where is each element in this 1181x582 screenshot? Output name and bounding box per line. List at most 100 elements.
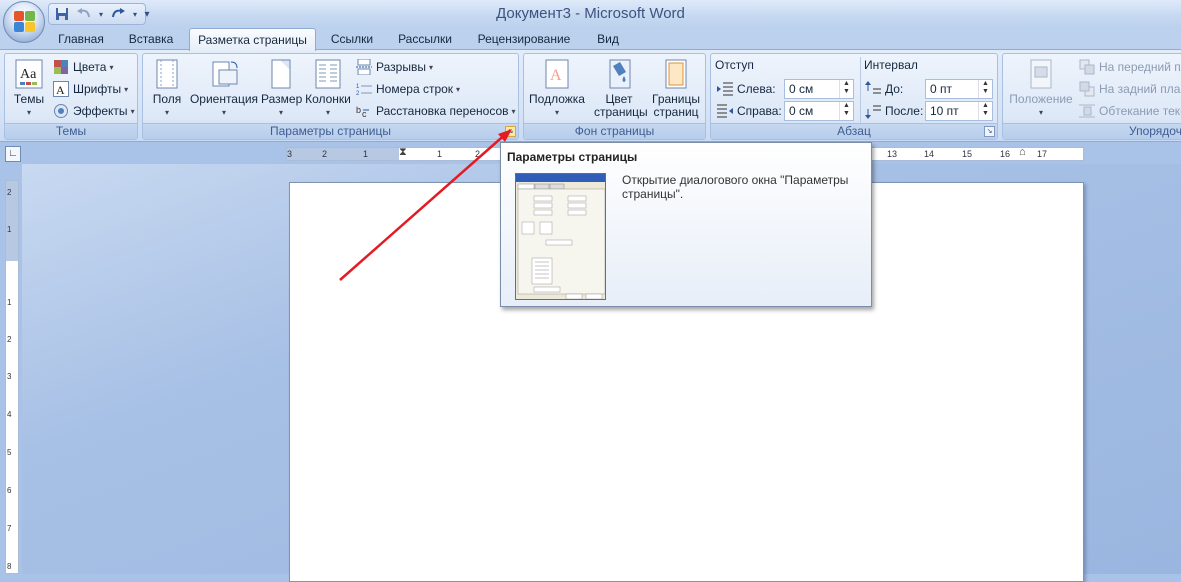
- indent-left-input[interactable]: 0 см ▲ ▼: [784, 79, 854, 99]
- position-button[interactable]: Положение ▾: [1005, 58, 1077, 119]
- group-paragraph: Отступ Слева: 0 см ▲ ▼ Справа: 0 см ▲ ▼ Инте…: [710, 53, 998, 140]
- size-button[interactable]: Размер ▾: [261, 58, 302, 119]
- page-borders-icon: [661, 58, 691, 90]
- page-color-button[interactable]: Цвет страницы ▾: [594, 58, 648, 133]
- after-label-text: После:: [885, 104, 924, 118]
- left-label-text: Слева:: [737, 82, 776, 96]
- theme-effects-button[interactable]: Эффекты ▾: [53, 101, 135, 121]
- ruler-tick: 1: [437, 149, 443, 159]
- columns-icon: [313, 58, 343, 90]
- theme-colors-button[interactable]: Цвета ▾: [53, 57, 113, 77]
- v-ruler-tick: 8: [7, 562, 12, 571]
- tab-page-layout[interactable]: Разметка страницы: [189, 28, 316, 51]
- bring-front-icon: [1079, 59, 1095, 75]
- svg-text:2: 2: [356, 91, 360, 97]
- group-label-paragraph: Абзац: [711, 123, 997, 139]
- tab-home[interactable]: Главная: [48, 28, 114, 50]
- dialog-preview-icon: [516, 174, 605, 299]
- position-label: Положение: [1009, 92, 1073, 106]
- line-numbers-button[interactable]: 12 Номера строк ▾: [356, 79, 460, 99]
- title-bar: ▾ ▾ ▾ Документ3 - Microsoft Word: [0, 0, 1181, 43]
- bring-front-button[interactable]: На передний план: [1079, 57, 1181, 77]
- line-numbers-label: Номера строк: [376, 82, 454, 96]
- v-ruler-tick: 1: [7, 225, 12, 234]
- spacing-after-input[interactable]: 10 пт ▲ ▼: [925, 101, 993, 121]
- indent-marker-icon[interactable]: ⧗: [399, 148, 407, 158]
- columns-button[interactable]: Колонки ▾: [303, 58, 353, 119]
- spacing-title: Интервал: [864, 58, 918, 72]
- ruler-tick: 14: [924, 149, 935, 159]
- spacing-after-icon: [865, 103, 881, 119]
- indent-right-input[interactable]: 0 см ▲ ▼: [784, 101, 854, 121]
- svg-text:A: A: [56, 83, 65, 97]
- hyphenation-icon: bc: [356, 103, 372, 119]
- page-setup-tooltip: Параметры страницы Открытие диалогового …: [500, 142, 872, 307]
- right-label-text: Справа:: [737, 104, 782, 118]
- ruler-tick: 3: [287, 149, 293, 159]
- ribbon: Aa Темы ▾ Цвета ▾ A Шрифты ▾ Эффекты ▾ Темы…: [0, 49, 1181, 142]
- breaks-button[interactable]: Разрывы ▾: [356, 57, 433, 77]
- chevron-down-icon: ▾: [325, 108, 330, 117]
- text-wrap-button[interactable]: Обтекание текстом: [1079, 101, 1181, 121]
- columns-label: Колонки: [305, 92, 351, 106]
- group-arrange: Положение ▾ На передний план На задний п…: [1002, 53, 1181, 140]
- themes-icon: Aa: [14, 58, 44, 90]
- paragraph-dialog-launcher-icon[interactable]: ↘: [984, 126, 995, 137]
- indent-left-label: Слева:: [717, 79, 776, 99]
- tab-insert[interactable]: Вставка: [118, 28, 184, 50]
- spinner-icon[interactable]: ▲ ▼: [978, 80, 992, 98]
- v-ruler-tick: 1: [7, 298, 12, 307]
- chevron-down-icon: ▾: [456, 84, 461, 94]
- send-back-button[interactable]: На задний план: [1079, 79, 1181, 99]
- group-label-page-background: Фон страницы: [524, 123, 705, 139]
- tab-selector-button[interactable]: ∟: [5, 146, 21, 162]
- indent-left-value: 0 см: [789, 82, 814, 96]
- page-borders-button[interactable]: Границы страниц: [648, 58, 704, 119]
- hyphenation-button[interactable]: bc Расстановка переносов ▾: [356, 101, 516, 121]
- send-back-icon: [1079, 81, 1095, 97]
- colors-icon: [53, 59, 69, 75]
- effects-label: Эффекты: [73, 104, 128, 118]
- spacing-after-label: После:: [865, 101, 923, 121]
- vertical-ruler[interactable]: 2 1 1 2 3 4 5 6 7 8: [5, 180, 19, 574]
- position-icon: [1026, 58, 1056, 90]
- bring-front-label: На передний план: [1099, 60, 1181, 74]
- page-setup-dialog-launcher-icon[interactable]: ↘: [505, 126, 516, 137]
- tab-review[interactable]: Рецензирование: [468, 28, 580, 50]
- chevron-down-icon: ▾: [124, 84, 129, 94]
- chevron-down-icon: ▾: [428, 62, 433, 72]
- orientation-label: Ориентация: [189, 92, 259, 106]
- tab-view[interactable]: Вид: [584, 28, 632, 50]
- spinner-icon[interactable]: ▲ ▼: [839, 80, 853, 98]
- chevron-down-icon: ▾: [130, 106, 135, 116]
- v-ruler-tick: 5: [7, 448, 12, 457]
- right-indent-marker-icon[interactable]: ⌂: [1019, 148, 1026, 158]
- margins-label: Поля: [152, 92, 182, 106]
- group-page-setup: Поля ▾ Ориентация ▾ Размер ▾ Колонки ▾ Р…: [142, 53, 519, 140]
- watermark-button[interactable]: A Подложка ▾: [526, 58, 588, 119]
- ruler-margin-left: [287, 148, 399, 160]
- tab-mailings[interactable]: Рассылки: [388, 28, 462, 50]
- indent-right-icon: [717, 103, 733, 119]
- chevron-down-icon: ▾: [1038, 108, 1043, 117]
- office-button[interactable]: [3, 1, 45, 43]
- margins-button[interactable]: Поля ▾: [149, 58, 185, 119]
- spinner-icon[interactable]: ▲ ▼: [978, 102, 992, 120]
- svg-text:b: b: [356, 105, 361, 115]
- themes-button[interactable]: Aa Темы ▾: [8, 58, 50, 119]
- tab-references[interactable]: Ссылки: [320, 28, 384, 50]
- spacing-before-input[interactable]: 0 пт ▲ ▼: [925, 79, 993, 99]
- v-ruler-tick: 4: [7, 410, 12, 419]
- svg-text:1: 1: [356, 84, 360, 90]
- v-ruler-tick: 2: [7, 188, 12, 197]
- themes-label: Темы: [13, 92, 45, 106]
- v-ruler-tick: 7: [7, 524, 12, 533]
- indent-title: Отступ: [715, 58, 754, 72]
- theme-fonts-button[interactable]: A Шрифты ▾: [53, 79, 128, 99]
- indent-right-value: 0 см: [789, 104, 814, 118]
- watermark-icon: A: [542, 58, 572, 90]
- spinner-icon[interactable]: ▲ ▼: [839, 102, 853, 120]
- fonts-icon: A: [53, 81, 69, 97]
- indent-left-icon: [717, 81, 733, 97]
- orientation-button[interactable]: Ориентация ▾: [189, 58, 259, 119]
